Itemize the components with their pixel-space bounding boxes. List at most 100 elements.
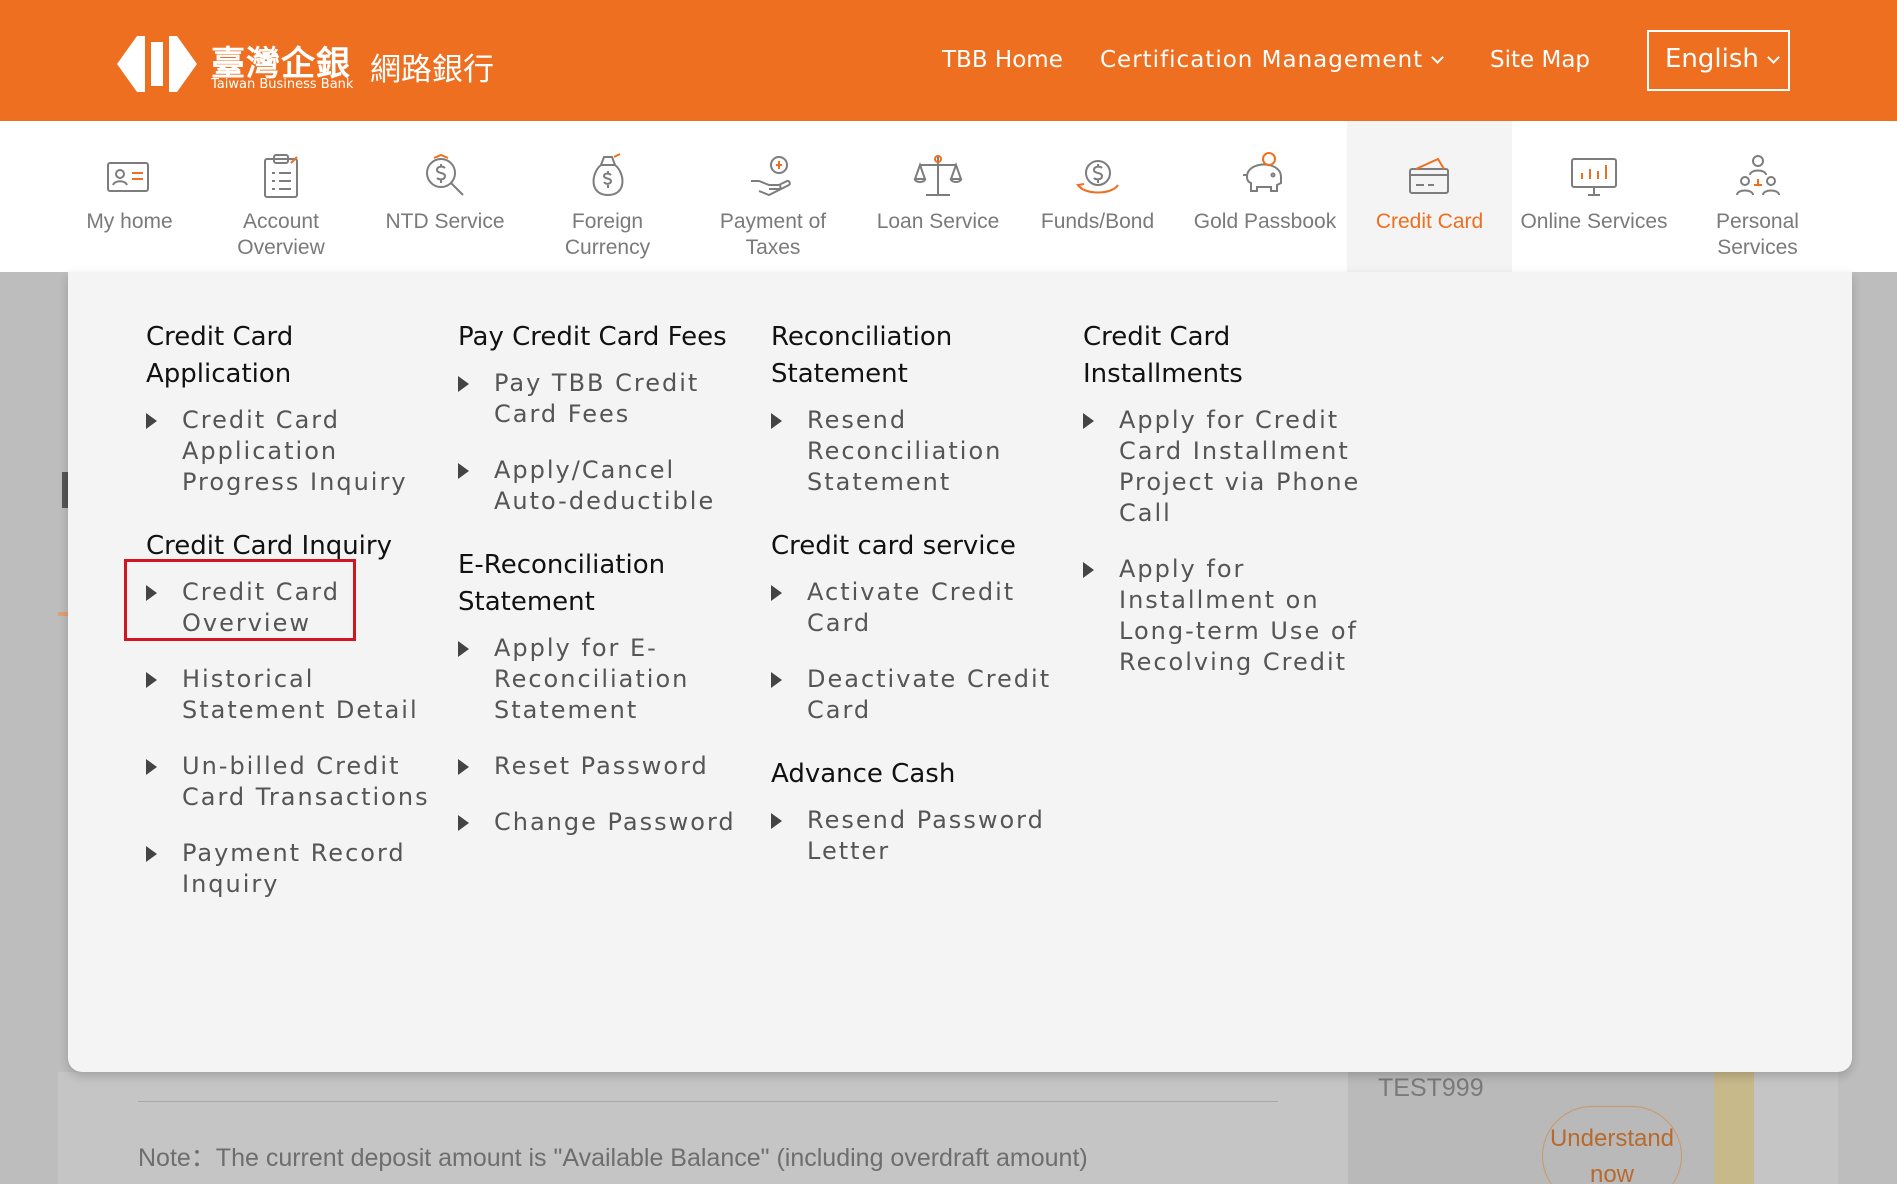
language-select[interactable]: English — [1647, 30, 1790, 91]
clipboard-list-icon — [264, 154, 298, 198]
menu-link-change-password[interactable]: Change Password — [458, 807, 748, 838]
menu-link-label: Payment Record Inquiry — [182, 839, 406, 898]
money-bag-icon — [592, 153, 623, 197]
menu-column: Credit Card Application Credit Card Appl… — [124, 272, 436, 925]
menu-section: Pay Credit Card Fees Pay TBB Credit Card… — [458, 319, 748, 517]
menu-link-unbilled-transactions[interactable]: Un-billed Credit Card Transactions — [146, 751, 436, 813]
chevron-down-icon — [1767, 51, 1780, 64]
menu-link-label: Activate Credit Card — [807, 578, 1016, 637]
piggy-bank-icon — [1243, 152, 1282, 192]
people-group-icon — [1735, 155, 1780, 196]
nav-ntd-service[interactable]: NTD Service — [375, 121, 515, 272]
side-banner — [1714, 1072, 1754, 1184]
nav-online-services[interactable]: Online Services — [1514, 121, 1674, 272]
menu-link-apply-cancel-auto-deductible[interactable]: Apply/Cancel Auto-deductible — [458, 455, 748, 517]
nav-label: Personal Services — [1716, 210, 1799, 259]
nav-label: Online Services — [1520, 210, 1668, 233]
account-name: TEST999 — [1378, 1074, 1484, 1102]
caret-right-icon — [146, 585, 157, 601]
menu-section: Credit card service Activate Credit Card… — [771, 528, 1061, 726]
hand-coin-icon — [751, 156, 791, 197]
caret-right-icon — [146, 672, 157, 688]
certification-management-label: Certification Management — [1100, 47, 1424, 73]
caret-right-icon — [458, 641, 469, 657]
nav-account-overview[interactable]: Account Overview — [212, 121, 350, 272]
nav-credit-card[interactable]: Credit Card — [1347, 121, 1512, 272]
caret-right-icon — [458, 815, 469, 831]
understand-now-button[interactable]: Understand now — [1542, 1106, 1682, 1184]
section-title: Credit Card Installments — [1083, 322, 1243, 389]
nav-gold-passbook[interactable]: Gold Passbook — [1185, 121, 1345, 272]
menu-column: Pay Credit Card Fees Pay TBB Credit Card… — [458, 272, 748, 863]
menu-link-installment-via-phone[interactable]: Apply for Credit Card Installment Projec… — [1083, 405, 1373, 529]
menu-link-label: Apply for Installment on Long-term Use o… — [1119, 555, 1358, 676]
menu-link-installment-revolving-credit[interactable]: Apply for Installment on Long-term Use o… — [1083, 554, 1373, 678]
caret-right-icon — [771, 672, 782, 688]
nav-funds-bond[interactable]: Funds/Bond — [1030, 121, 1165, 272]
menu-link-label: Pay TBB Credit Card Fees — [494, 369, 700, 428]
caret-right-icon — [458, 759, 469, 775]
menu-column: Credit Card Installments Apply for Credi… — [1083, 272, 1373, 703]
menu-link-pay-tbb-credit-card-fees[interactable]: Pay TBB Credit Card Fees — [458, 368, 748, 430]
monitor-chart-icon — [1571, 158, 1617, 196]
nav-label: Loan Service — [876, 210, 1000, 233]
menu-link-label: Change Password — [494, 808, 736, 836]
menu-link-apply-e-reconciliation[interactable]: Apply for E-Reconciliation Statement — [458, 633, 748, 726]
menu-link-deactivate-credit-card[interactable]: Deactivate Credit Card — [771, 664, 1061, 726]
caret-right-icon — [771, 413, 782, 429]
menu-link-label: Resend Reconciliation Statement — [807, 406, 1003, 496]
tbb-logo-icon — [117, 36, 197, 92]
nav-label: My home — [86, 210, 173, 233]
caret-right-icon — [146, 413, 157, 429]
tbb-home-link[interactable]: TBB Home — [942, 47, 1063, 73]
section-title: Reconciliation Statement — [771, 322, 953, 389]
menu-link-credit-card-overview[interactable]: Credit Card Overview — [124, 559, 436, 641]
balance-note: Note：The current deposit amount is "Avai… — [138, 1144, 1088, 1172]
caret-right-icon — [1083, 562, 1094, 578]
nav-foreign-currency[interactable]: Foreign Currency — [540, 121, 675, 272]
nav-payment-of-taxes[interactable]: Payment of Taxes — [703, 121, 843, 272]
menu-link-label: Credit Card Overview — [182, 578, 340, 637]
nav-label: Payment of Taxes — [719, 210, 827, 259]
nav-label: NTD Service — [385, 210, 505, 233]
menu-link-reset-password[interactable]: Reset Password — [458, 751, 748, 782]
menu-link-historical-statement-detail[interactable]: Historical Statement Detail — [146, 664, 436, 726]
credit-card-mega-menu: Credit Card Application Credit Card Appl… — [68, 272, 1852, 1072]
menu-link-application-progress-inquiry[interactable]: Credit Card Application Progress Inquiry — [146, 405, 436, 498]
menu-link-label: Deactivate Credit Card — [807, 665, 1052, 724]
menu-link-label: Apply for Credit Card Installment Projec… — [1119, 406, 1361, 527]
menu-link-label: Credit Card Application Progress Inquiry — [182, 406, 408, 496]
nav-loan-service[interactable]: Loan Service — [868, 121, 1008, 272]
menu-link-label: Resend Password Letter — [807, 806, 1045, 865]
menu-link-payment-record-inquiry[interactable]: Payment Record Inquiry — [146, 838, 436, 900]
section-title: Credit Card Application — [146, 322, 294, 389]
caret-right-icon — [458, 376, 469, 392]
chevron-down-icon — [1431, 51, 1445, 64]
menu-link-label: Apply for E-Reconciliation Statement — [494, 634, 690, 724]
scales-icon — [913, 155, 963, 196]
nav-label: Gold Passbook — [1193, 210, 1337, 233]
page-background — [0, 312, 70, 1184]
site-map-link[interactable]: Site Map — [1490, 47, 1590, 73]
caret-right-icon — [146, 846, 157, 862]
section-title: Credit card service — [771, 531, 1016, 561]
nav-personal-services[interactable]: Personal Services — [1690, 121, 1825, 272]
caret-right-icon — [146, 759, 157, 775]
divider — [138, 1101, 1278, 1102]
certification-management-menu[interactable]: Certification Management — [1100, 47, 1445, 73]
nav-label: Funds/Bond — [1040, 210, 1155, 233]
menu-link-resend-reconciliation-statement[interactable]: Resend Reconciliation Statement — [771, 405, 1061, 498]
nav-my-home[interactable]: My home — [62, 121, 197, 272]
coin-cycle-icon — [1075, 160, 1119, 194]
language-label: English — [1665, 44, 1759, 74]
menu-link-label: Un-billed Credit Card Transactions — [182, 752, 430, 811]
nav-label: Account Overview — [237, 210, 325, 259]
main-nav: My home Account Overview NTD Service For… — [0, 121, 1897, 272]
caret-right-icon — [1083, 413, 1094, 429]
menu-link-label: Reset Password — [494, 752, 709, 780]
caret-right-icon — [458, 463, 469, 479]
menu-link-activate-credit-card[interactable]: Activate Credit Card — [771, 577, 1061, 639]
menu-section: Advance Cash Resend Password Letter — [771, 756, 1061, 867]
section-title: Pay Credit Card Fees — [458, 322, 727, 352]
menu-link-resend-password-letter[interactable]: Resend Password Letter — [771, 805, 1061, 867]
